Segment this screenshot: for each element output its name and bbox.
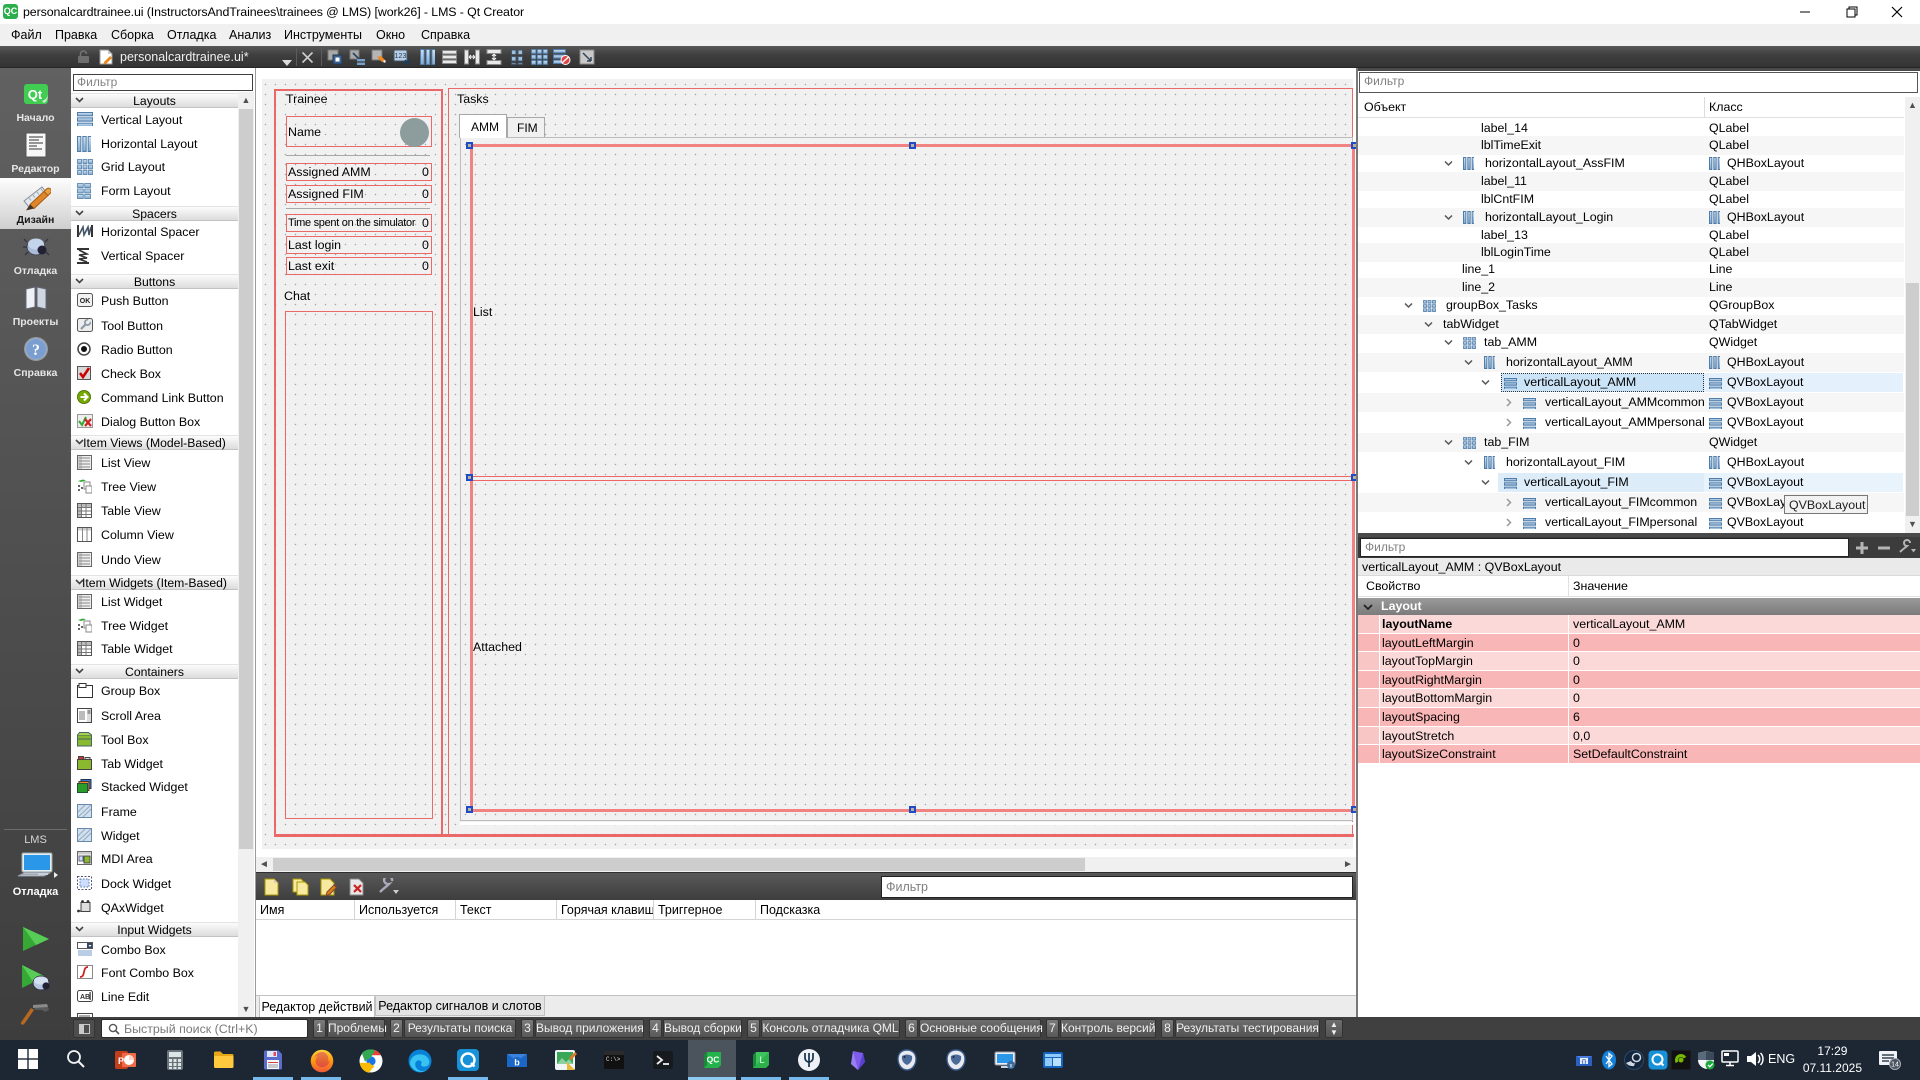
svg-text:P: P [118,1056,124,1066]
svg-text:OK: OK [80,298,91,305]
svg-text:L: L [759,1055,764,1065]
svg-text:C:\>: C:\> [606,1056,621,1063]
svg-text:{}: {} [1582,1060,1587,1066]
svg-text:?: ? [32,342,40,359]
svg-text:x: x [1010,1064,1013,1070]
svg-text:b: b [514,1058,520,1068]
svg-text:AB: AB [80,994,90,1001]
svg-text:123: 123 [395,53,407,60]
svg-text:Qt: Qt [27,87,42,102]
svg-text:14: 14 [1891,1062,1899,1069]
svg-text:QC: QC [707,1055,720,1065]
